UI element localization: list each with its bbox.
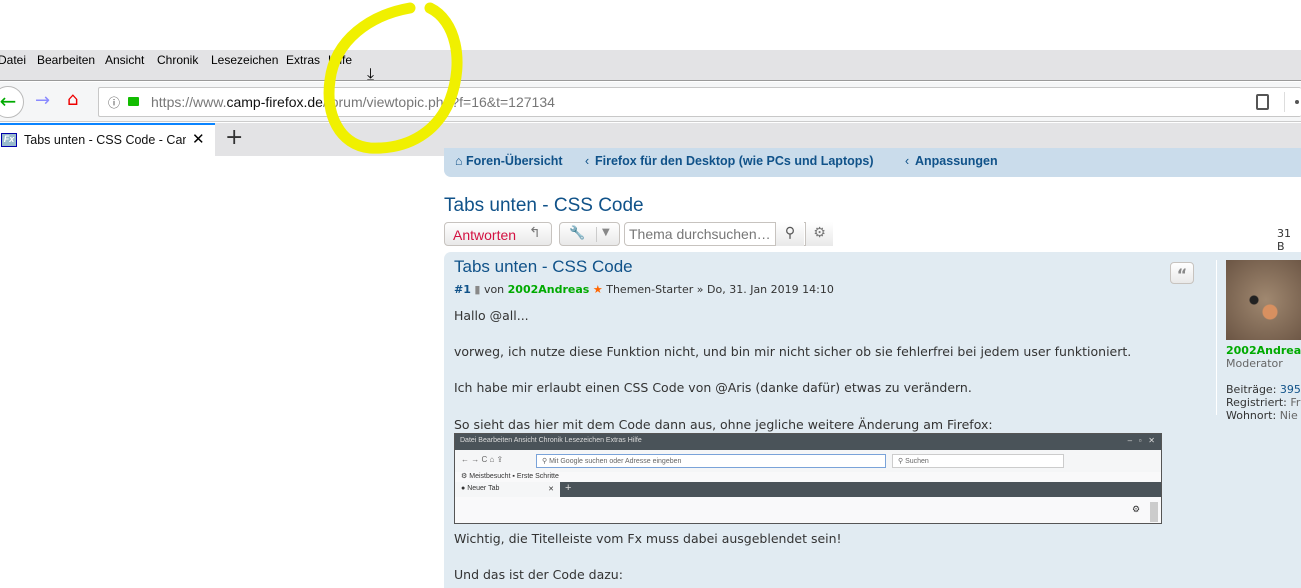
post-title[interactable]: Tabs unten - CSS Code [454,257,633,277]
home-button[interactable]: ⌂ [67,89,78,110]
tab-title: Tabs unten - CSS Code - Camp [24,133,186,147]
post-paragraph: Und das ist der Code dazu: [454,567,623,582]
post: Tabs unten - CSS Code #1 ▮ von 2002Andre… [444,252,1301,588]
post-meta: #1 ▮ von 2002Andreas ★ Themen-Starter » … [454,283,834,296]
tools-dropdown[interactable]: 🔧 ▼ [559,222,620,246]
info-icon[interactable]: ⓘ [108,94,120,111]
profile-info: 2002Andreas Moderator Beiträge: 395 Regi… [1226,344,1301,422]
breadcrumb: ⌂ Foren-Übersicht ‹ Firefox für den Desk… [444,148,1301,177]
favicon: Fx [1,133,17,147]
post-file-icon: ▮ [474,283,481,296]
post-paragraph: vorweg, ich nutze diese Funktion nicht, … [454,344,1132,359]
page-title[interactable]: Tabs unten - CSS Code [444,195,644,217]
post-paragraph: Ich habe mir erlaubt einen CSS Code von … [454,380,972,395]
url-bar[interactable]: ⓘ https://www.camp-firefox.de/forum/view… [98,87,1301,117]
wrench-icon: 🔧 [569,226,586,241]
search-icon[interactable]: ⚲ [775,222,804,246]
search-input[interactable]: Thema durchsuchen… [629,226,773,242]
profile-name[interactable]: 2002Andreas [1226,344,1301,357]
star-icon: ★ [592,283,603,296]
page-actions-icon[interactable] [1295,100,1299,104]
tab-active[interactable]: Fx Tabs unten - CSS Code - Camp ✕ [0,123,215,156]
menu-datei[interactable]: Datei [0,53,26,67]
post-count: 31 B [1277,227,1291,253]
menu-bearbeiten[interactable]: Bearbeiten [37,53,95,67]
post-paragraph: So sieht das hier mit dem Code dann aus,… [454,417,993,432]
reader-view-icon[interactable] [1256,94,1269,110]
close-tab-icon[interactable]: ✕ [192,130,205,148]
post-paragraph: Wichtig, die Titelleiste vom Fx muss dab… [454,531,842,546]
avatar[interactable] [1226,260,1301,340]
forward-button[interactable]: → [35,90,50,111]
embedded-screenshot[interactable]: Datei Bearbeiten Ansicht Chronik Lesezei… [454,433,1162,524]
breadcrumb-desktop[interactable]: Firefox für den Desktop (wie PCs und Lap… [595,154,874,168]
back-button[interactable]: ← [0,86,24,118]
lock-icon [128,97,139,106]
new-tab-button[interactable]: + [225,125,243,150]
highlight-scribble [323,2,463,154]
post-number[interactable]: #1 [454,283,471,296]
gear-icon[interactable]: ⚙ [805,222,833,246]
reply-icon: ↰ [529,225,541,241]
reply-button[interactable]: Antworten ↰ [444,222,552,246]
menu-ansicht[interactable]: Ansicht [105,53,144,67]
author-link[interactable]: 2002Andreas [508,283,590,296]
nav-bar: ← → ⌂ ⓘ https://www.camp-firefox.de/foru… [0,82,1301,122]
menu-lesezeichen[interactable]: Lesezeichen [211,53,278,67]
breadcrumb-anpassungen[interactable]: Anpassungen [915,154,998,168]
quote-button[interactable]: “ [1170,262,1194,284]
menu-bar: Datei Bearbeiten Ansicht Chronik Lesezei… [0,50,1301,83]
chevron-down-icon: ▼ [602,227,610,238]
post-paragraph: Hallo @all... [454,308,529,323]
menu-chronik[interactable]: Chronik [157,53,198,67]
topic-search: Thema durchsuchen… ⚲ ⚙ [624,222,833,246]
